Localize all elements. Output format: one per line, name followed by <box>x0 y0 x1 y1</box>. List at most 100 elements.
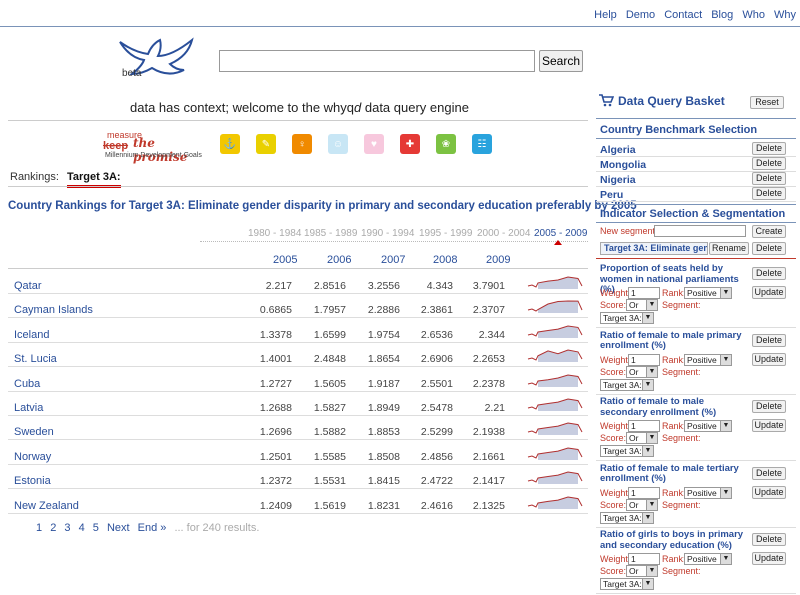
benchmark-country[interactable]: Nigeria <box>600 174 636 186</box>
delete-indicator-button[interactable]: Delete <box>752 400 786 413</box>
year-header-2008[interactable]: 2008 <box>433 254 457 266</box>
search-input[interactable] <box>219 50 535 72</box>
score-select[interactable]: Or ▼ <box>626 299 658 311</box>
country-link[interactable]: Cuba <box>14 378 40 390</box>
nav-demo[interactable]: Demo <box>626 9 655 21</box>
segment-select[interactable]: Target 3A: ▼ <box>600 578 654 590</box>
country-link[interactable]: New Zealand <box>14 500 79 512</box>
country-link[interactable]: Estonia <box>14 475 51 487</box>
benchmark-country[interactable]: Mongolia <box>600 159 646 171</box>
period-1980[interactable]: 1980 - 1984 <box>248 228 301 239</box>
new-segment-input[interactable] <box>654 225 746 237</box>
nav-blog[interactable]: Blog <box>711 9 733 21</box>
delete-country-button[interactable]: Delete <box>752 142 786 155</box>
segment-select[interactable]: Target 3A: ▼ <box>600 312 654 324</box>
indicator-title[interactable]: Ratio of female to male tertiary enrollm… <box>600 463 746 485</box>
benchmark-country[interactable]: Peru <box>600 189 623 201</box>
delete-indicator-button[interactable]: Delete <box>752 533 786 546</box>
page-1[interactable]: 1 <box>36 522 42 534</box>
page-3[interactable]: 3 <box>64 522 70 534</box>
weight-input[interactable]: 1 <box>628 553 660 565</box>
weight-input[interactable]: 1 <box>628 486 660 499</box>
nav-help[interactable]: Help <box>594 9 617 21</box>
delete-segment-button[interactable]: Delete <box>752 242 786 255</box>
period-1990[interactable]: 1990 - 1994 <box>361 228 414 239</box>
weight-input[interactable]: 1 <box>628 420 660 432</box>
country-link[interactable]: Sweden <box>14 426 54 438</box>
nav-contact[interactable]: Contact <box>664 9 702 21</box>
end-page-link[interactable]: End » <box>138 522 167 534</box>
country-link[interactable]: Cayman Islands <box>14 304 93 316</box>
delete-indicator-button[interactable]: Delete <box>752 466 786 480</box>
mdg-logo[interactable]: keep measure the promise Millennium Deve… <box>103 130 213 164</box>
next-page-link[interactable]: Next <box>107 522 130 534</box>
goal8-partnership-icon[interactable]: ☷ <box>472 134 492 154</box>
table-row: Latvia 1.2688 1.5827 1.8949 2.5478 2.21 <box>8 392 588 416</box>
country-link[interactable]: St. Lucia <box>14 353 57 365</box>
update-indicator-button[interactable]: Update <box>752 552 786 565</box>
goal7-environment-icon[interactable]: ❀ <box>436 134 456 154</box>
delete-country-button[interactable]: Delete <box>752 157 786 170</box>
rank-select[interactable]: Positive ▼ <box>684 420 732 432</box>
score-select[interactable]: Or ▼ <box>626 565 658 577</box>
year-header-2006[interactable]: 2006 <box>327 254 351 266</box>
segment-select[interactable]: Target 3A: ▼ <box>600 445 654 457</box>
country-link[interactable]: Qatar <box>14 280 42 292</box>
country-link[interactable]: Iceland <box>14 329 49 341</box>
goal5-maternal-icon[interactable]: ♥ <box>364 134 384 154</box>
nav-who[interactable]: Who <box>742 9 765 21</box>
rank-select[interactable]: Positive ▼ <box>684 553 732 565</box>
benchmark-country[interactable]: Algeria <box>600 144 636 156</box>
delete-indicator-button[interactable]: Delete <box>752 333 786 347</box>
indicator-title[interactable]: Ratio of girls to boys in primary and se… <box>600 529 746 551</box>
goal3-gender-icon[interactable]: ♀ <box>292 134 312 154</box>
rank-select[interactable]: Positive ▼ <box>684 353 732 366</box>
update-indicator-button[interactable]: Update <box>752 352 786 366</box>
weight-input[interactable]: 1 <box>628 287 660 299</box>
create-segment-button[interactable]: Create <box>752 225 786 238</box>
goal1-poverty-icon[interactable]: ⚓ <box>220 134 240 154</box>
page-4[interactable]: 4 <box>79 522 85 534</box>
segment-tab[interactable]: Target 3A: Eliminate gende <box>600 242 708 255</box>
segment-select[interactable]: Target 3A: ▼ <box>600 378 654 391</box>
score-select[interactable]: Or ▼ <box>626 498 658 511</box>
period-2000[interactable]: 2000 - 2004 <box>477 228 530 239</box>
update-indicator-button[interactable]: Update <box>752 419 786 432</box>
chevron-down-icon: ▼ <box>642 512 653 523</box>
update-indicator-button[interactable]: Update <box>752 286 786 299</box>
weight-input[interactable]: 1 <box>628 353 660 366</box>
update-indicator-button[interactable]: Update <box>752 485 786 499</box>
divider <box>8 120 588 121</box>
goal6-disease-icon[interactable]: ✚ <box>400 134 420 154</box>
reset-button[interactable]: Reset <box>750 96 784 109</box>
sparkline <box>527 447 583 460</box>
goal2-education-icon[interactable]: ✎ <box>256 134 276 154</box>
year-header-2005[interactable]: 2005 <box>273 254 297 266</box>
score-select[interactable]: Or ▼ <box>626 432 658 444</box>
cell-value: 2.4616 <box>420 499 453 512</box>
country-link[interactable]: Norway <box>14 451 51 463</box>
period-2005[interactable]: 2005 - 2009 <box>534 228 587 239</box>
segment-select[interactable]: Target 3A: ▼ <box>600 511 654 524</box>
nav-why[interactable]: Why <box>774 9 796 21</box>
indicator-title[interactable]: Ratio of female to male primary enrollme… <box>600 330 746 352</box>
year-header-2007[interactable]: 2007 <box>381 254 405 266</box>
period-1995[interactable]: 1995 - 1999 <box>419 228 472 239</box>
page-2[interactable]: 2 <box>50 522 56 534</box>
rank-select[interactable]: Positive ▼ <box>684 486 732 499</box>
year-header-2009[interactable]: 2009 <box>486 254 510 266</box>
country-link[interactable]: Latvia <box>14 402 43 414</box>
indicator-title[interactable]: Ratio of female to male secondary enroll… <box>600 396 746 418</box>
page-title: Country Rankings for Target 3A: Eliminat… <box>8 200 637 212</box>
search-button[interactable]: Search <box>539 50 583 72</box>
rename-segment-button[interactable]: Rename <box>709 242 749 255</box>
goal4-child-icon[interactable]: ☺ <box>328 134 348 154</box>
page-5[interactable]: 5 <box>93 522 99 534</box>
delete-country-button[interactable]: Delete <box>752 187 786 200</box>
rank-select[interactable]: Positive ▼ <box>684 287 732 299</box>
delete-indicator-button[interactable]: Delete <box>752 267 786 280</box>
score-label: Score: <box>600 566 627 576</box>
score-select[interactable]: Or ▼ <box>626 365 658 378</box>
delete-country-button[interactable]: Delete <box>752 172 786 185</box>
period-1985[interactable]: 1985 - 1989 <box>304 228 357 239</box>
